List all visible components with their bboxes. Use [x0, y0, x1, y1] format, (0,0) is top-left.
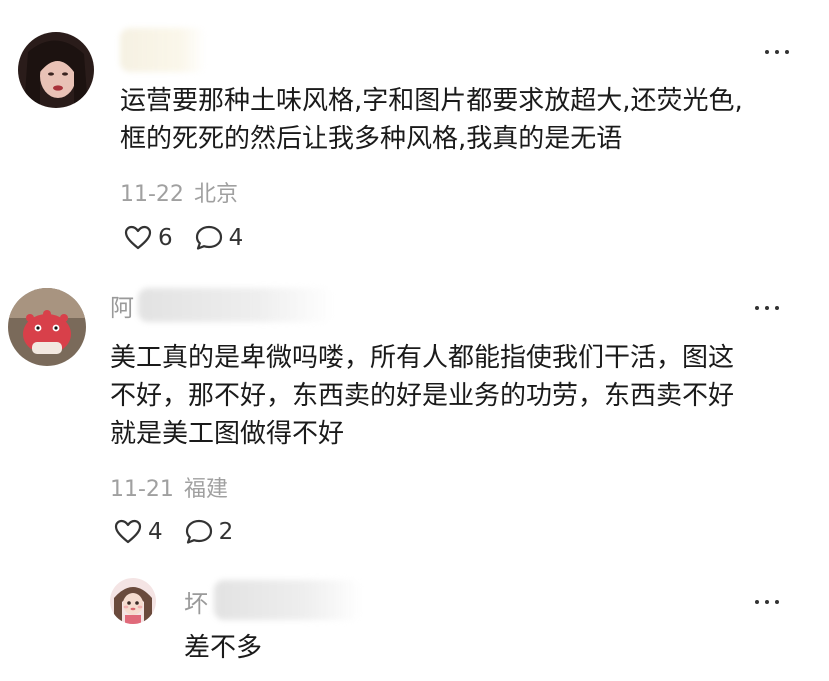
- like-button[interactable]: 4: [114, 519, 163, 545]
- comment-bubble-icon: [185, 519, 212, 544]
- comment-bubble-icon: [195, 225, 222, 250]
- username-blur: [138, 288, 334, 322]
- comment-content: 运营要那种土味风格,字和图片都要求放超大,还荧光色, 框的死死的然后让我多种风格…: [120, 82, 743, 158]
- username[interactable]: 阿: [110, 288, 134, 323]
- username-blur: [120, 28, 206, 72]
- like-count: 4: [148, 519, 163, 545]
- reply-count: 4: [228, 225, 244, 251]
- comment-actions: 6 4: [124, 223, 265, 253]
- username-blur: [214, 580, 362, 620]
- more-dots-icon[interactable]: [753, 298, 783, 318]
- avatar[interactable]: [18, 32, 94, 108]
- reply-button[interactable]: 4: [195, 225, 244, 251]
- heart-icon: [124, 225, 152, 250]
- comment-meta: 11-21 福建: [110, 471, 228, 503]
- more-dots-icon[interactable]: [763, 42, 793, 62]
- like-count: 6: [158, 225, 173, 251]
- comment-meta: 11-22 北京: [120, 176, 238, 208]
- username-row: 坏: [184, 578, 384, 622]
- comment-actions: 4 2: [114, 517, 255, 547]
- reply-button[interactable]: 2: [185, 519, 234, 545]
- username[interactable]: 坏: [184, 584, 208, 619]
- username-row: [120, 20, 280, 72]
- comment-content: 美工真的是卑微吗喽，所有人都能指使我们干活，图这 不好，那不好，东西卖的好是业务…: [110, 339, 734, 453]
- comment-line: 运营要那种土味风格,字和图片都要求放超大,还荧光色,: [120, 86, 743, 116]
- comment-location: 北京: [193, 182, 238, 207]
- comment-line: 不好，那不好，东西卖的好是业务的功劳，东西卖不好: [110, 381, 735, 411]
- like-button[interactable]: 6: [124, 225, 173, 251]
- comment-line: 美工真的是卑微吗喽，所有人都能指使我们干活，图这: [110, 343, 735, 373]
- comment-location: 福建: [183, 477, 228, 502]
- more-dots-icon[interactable]: [753, 592, 783, 612]
- comment-thread: 运营要那种土味风格,字和图片都要求放超大,还荧光色, 框的死死的然后让我多种风格…: [0, 0, 829, 681]
- comment-line: 就是美工图做得不好: [110, 419, 345, 449]
- comment-date: 11-22: [120, 182, 184, 207]
- heart-icon: [114, 519, 142, 544]
- avatar[interactable]: [110, 578, 156, 624]
- reply-content: 差不多: [184, 629, 262, 667]
- comment-line: 差不多: [184, 633, 263, 663]
- comment-line: 框的死死的然后让我多种风格,我真的是无语: [120, 124, 623, 154]
- comment-date: 11-21: [110, 477, 174, 502]
- username-row: 阿: [110, 282, 370, 326]
- avatar[interactable]: [8, 288, 86, 366]
- reply-count: 2: [218, 519, 234, 545]
